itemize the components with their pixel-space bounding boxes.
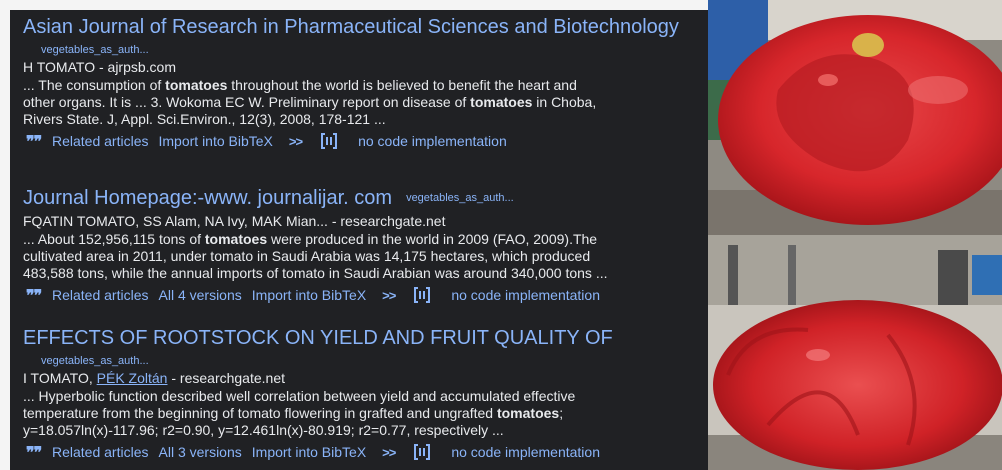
more-icon[interactable]: >> xyxy=(289,134,303,149)
import-bibtex-link[interactable]: Import into BibTeX xyxy=(252,287,366,303)
snippet-line: temperature from the beginning of tomato… xyxy=(23,405,564,421)
result-actions: ❞❞ Related articles Import into BibTeX >… xyxy=(10,130,708,152)
result-snippet: ... About 152,956,115 tons of tomatoes w… xyxy=(10,231,708,282)
more-icon[interactable]: >> xyxy=(382,288,396,303)
snippet-line: 483,588 tons, while the annual imports o… xyxy=(23,265,608,281)
snippet-line: ... The consumption of tomatoes througho… xyxy=(23,77,577,93)
code-implementation-link[interactable]: no code implementation xyxy=(451,287,600,303)
tomato-photo xyxy=(708,0,1002,235)
more-icon[interactable]: >> xyxy=(382,445,396,460)
result-title[interactable]: Asian Journal of Research in Pharmaceuti… xyxy=(10,15,708,39)
papers-with-code-icon[interactable] xyxy=(411,286,433,304)
related-articles-link[interactable]: Related articles xyxy=(52,444,149,460)
result-author: I TOMATO, PÉK Zoltán - researchgate.net xyxy=(10,369,708,387)
result-actions: ❞❞ Related articles All 4 versions Impor… xyxy=(10,284,708,306)
search-result: EFFECTS OF ROOTSTOCK ON YIELD AND FRUIT … xyxy=(10,326,708,463)
papers-with-code-icon[interactable] xyxy=(411,443,433,461)
tomato-photo xyxy=(708,235,1002,470)
quote-icon[interactable]: ❞❞ xyxy=(26,286,52,305)
snippet-line: Rivers State. J, Appl. Sci.Environ., 12(… xyxy=(23,111,386,127)
result-author: FQATIN TOMATO, SS Alam, NA Ivy, MAK Mian… xyxy=(23,213,446,229)
snippet-line: y=18.057ln(x)-117.96; r2=0.90, y=12.461l… xyxy=(23,422,504,438)
author-profile-link[interactable]: PÉK Zoltán xyxy=(97,370,168,386)
result-title[interactable]: Journal Homepage:-www. journalijar. com v… xyxy=(10,186,708,210)
all-versions-link[interactable]: All 4 versions xyxy=(159,287,242,303)
papers-with-code-icon[interactable] xyxy=(318,132,340,150)
import-bibtex-link[interactable]: Import into BibTeX xyxy=(159,133,273,149)
related-articles-link[interactable]: Related articles xyxy=(52,133,149,149)
snippet-line: other organs. It is ... 3. Wokoma EC W. … xyxy=(23,94,597,110)
code-implementation-link[interactable]: no code implementation xyxy=(451,444,600,460)
result-title-text[interactable]: Journal Homepage:-www. journalijar. com xyxy=(23,187,392,209)
author-name: I TOMATO, xyxy=(23,370,97,386)
result-tag[interactable]: vegetables_as_auth... xyxy=(406,192,514,204)
result-snippet: ... Hyperbolic function described well c… xyxy=(10,388,708,439)
result-author: H TOMATO - ajrpsb.com xyxy=(23,59,176,75)
snippet-line: cultivated area in 2011, under tomato in… xyxy=(23,248,591,264)
code-implementation-link[interactable]: no code implementation xyxy=(358,133,507,149)
result-title[interactable]: EFFECTS OF ROOTSTOCK ON YIELD AND FRUIT … xyxy=(10,326,708,350)
result-tag[interactable]: vegetables_as_auth... xyxy=(10,42,708,58)
result-tag[interactable]: vegetables_as_auth... xyxy=(10,353,708,369)
search-results-panel: Asian Journal of Research in Pharmaceuti… xyxy=(10,10,708,470)
all-versions-link[interactable]: All 3 versions xyxy=(159,444,242,460)
result-source: - researchgate.net xyxy=(167,370,285,386)
quote-icon[interactable]: ❞❞ xyxy=(26,132,52,151)
result-snippet: ... The consumption of tomatoes througho… xyxy=(10,77,708,128)
result-actions: ❞❞ Related articles All 3 versions Impor… xyxy=(10,441,708,463)
snippet-line: ... Hyperbolic function described well c… xyxy=(23,388,576,404)
quote-icon[interactable]: ❞❞ xyxy=(26,443,52,462)
snippet-line: ... About 152,956,115 tons of tomatoes w… xyxy=(23,231,598,247)
search-result: Journal Homepage:-www. journalijar. com v… xyxy=(10,186,708,306)
import-bibtex-link[interactable]: Import into BibTeX xyxy=(252,444,366,460)
related-articles-link[interactable]: Related articles xyxy=(52,287,149,303)
search-result: Asian Journal of Research in Pharmaceuti… xyxy=(10,15,708,152)
